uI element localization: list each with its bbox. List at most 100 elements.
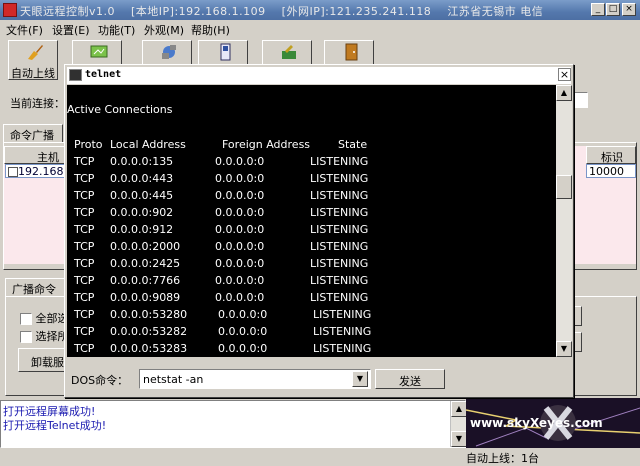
col-host-header[interactable]: 主机IP bbox=[4, 146, 66, 178]
header-proto: Proto bbox=[74, 138, 103, 151]
scroll-up-icon[interactable]: ▲ bbox=[451, 401, 467, 417]
cell-proto: TCP bbox=[74, 223, 95, 236]
network-icon bbox=[162, 45, 176, 59]
cell-local-address: 0.0.0.0:2425 bbox=[110, 257, 181, 270]
broom-icon bbox=[28, 45, 43, 60]
menu-settings[interactable]: 设置(E) bbox=[52, 22, 90, 38]
header-state: State bbox=[338, 138, 368, 151]
dos-command-input[interactable]: netstat -an bbox=[143, 373, 203, 386]
terminal-scroll-up-icon[interactable]: ▲ bbox=[556, 85, 572, 101]
cell-proto: TCP bbox=[74, 172, 95, 185]
auto-online-button[interactable]: 自动上线 bbox=[8, 40, 58, 80]
close-button[interactable]: × bbox=[622, 3, 636, 16]
check-all-box[interactable] bbox=[20, 313, 32, 325]
status-bar: 自动上线：1台 bbox=[0, 448, 640, 465]
menu-function[interactable]: 功能(T) bbox=[98, 22, 135, 38]
cell-state: LISTENING bbox=[313, 308, 372, 321]
logo-text: www.skyXeyes.com bbox=[470, 416, 603, 430]
connection-field[interactable] bbox=[574, 92, 588, 108]
terminal-scroll-thumb[interactable] bbox=[556, 175, 572, 199]
log-area: 打开远程屏幕成功! 打开远程Telnet成功! bbox=[0, 400, 466, 448]
menu-file[interactable]: 文件(F) bbox=[6, 22, 43, 38]
tab-broadcast-cmd-label: 命令广播 bbox=[10, 129, 54, 142]
dos-command-combo[interactable]: netstat -an ▼ bbox=[139, 369, 371, 389]
cell-state: LISTENING bbox=[310, 257, 369, 270]
menu-help[interactable]: 帮助(H) bbox=[191, 22, 230, 38]
tab-broadcast-label: 广播命令 bbox=[12, 283, 56, 296]
cell-state: LISTENING bbox=[310, 189, 369, 202]
logo-banner: www.skyXeyes.com bbox=[466, 398, 640, 448]
cell-local-address: 0.0.0.0:443 bbox=[110, 172, 174, 185]
cell-state: LISTENING bbox=[310, 223, 369, 236]
log-scrollbar[interactable]: ▲ ▼ bbox=[450, 401, 467, 447]
check-select-option[interactable]: 选择所 bbox=[20, 328, 69, 344]
tab-broadcast-cmd[interactable]: 命令广播 bbox=[3, 124, 63, 142]
minimize-button[interactable]: _ bbox=[591, 3, 605, 16]
terminal-scrollbar[interactable]: ▲ ▼ bbox=[556, 85, 572, 357]
cell-local-address: 0.0.0.0:7766 bbox=[110, 274, 181, 287]
cell-proto: TCP bbox=[74, 291, 95, 304]
right-button-2[interactable] bbox=[574, 332, 582, 352]
cell-foreign-address: 0.0.0.0:0 bbox=[218, 342, 268, 355]
telnet-window: telnet × Active Connections Proto Local … bbox=[64, 64, 574, 398]
menu-appearance[interactable]: 外观(M) bbox=[144, 22, 184, 38]
telnet-title: telnet bbox=[85, 69, 122, 80]
cell-local-address: 0.0.0.0:2000 bbox=[110, 240, 181, 253]
right-button-1[interactable] bbox=[574, 306, 582, 326]
cell-state: LISTENING bbox=[313, 342, 372, 355]
terminal-output: Active Connections Proto Local Address F… bbox=[67, 85, 556, 357]
cell-foreign-address: 0.0.0.0:0 bbox=[215, 291, 265, 304]
screen-icon bbox=[90, 45, 108, 58]
send-label: 发送 bbox=[399, 375, 421, 388]
tab-broadcast[interactable]: 广播命令 bbox=[5, 278, 65, 296]
send-button[interactable]: 发送 bbox=[375, 369, 445, 389]
cell-state: LISTENING bbox=[310, 240, 369, 253]
cell-proto: TCP bbox=[74, 325, 95, 338]
auto-online-label: 自动上线 bbox=[11, 67, 55, 80]
cell-local-address: 0.0.0.0:135 bbox=[110, 155, 174, 168]
cell-foreign-address: 0.0.0.0:0 bbox=[218, 308, 268, 321]
cell-foreign-address: 0.0.0.0:0 bbox=[215, 274, 265, 287]
row-checkbox[interactable] bbox=[8, 167, 18, 177]
app-title: 天眼远程控制v1.0 bbox=[20, 5, 116, 18]
cell-proto: TCP bbox=[74, 240, 95, 253]
scroll-down-icon[interactable]: ▼ bbox=[451, 431, 467, 447]
check-all-option[interactable]: 全部选 bbox=[20, 310, 69, 326]
title-text: 天眼远程控制v1.0 [本地IP]:192.168.1.109 [外网IP]:1… bbox=[20, 3, 543, 19]
table-row[interactable]: 192.168.1 bbox=[5, 164, 74, 178]
main-title-bar: 天眼远程控制v1.0 [本地IP]:192.168.1.109 [外网IP]:1… bbox=[0, 0, 640, 20]
row-id-cell: 10000 bbox=[586, 164, 636, 178]
header-foreign: Foreign Address bbox=[222, 138, 311, 151]
cell-local-address: 0.0.0.0:902 bbox=[110, 206, 174, 219]
cell-proto: TCP bbox=[74, 308, 95, 321]
telnet-title-bar[interactable]: telnet × bbox=[67, 67, 571, 84]
log-line: 打开远程Telnet成功! bbox=[3, 419, 107, 432]
cell-foreign-address: 0.0.0.0:0 bbox=[215, 240, 265, 253]
dropdown-arrow-icon[interactable]: ▼ bbox=[352, 371, 368, 387]
cell-proto: TCP bbox=[74, 155, 95, 168]
maximize-button[interactable]: □ bbox=[606, 3, 620, 16]
col-id-header[interactable]: 标识 bbox=[586, 146, 636, 164]
cell-proto: TCP bbox=[74, 257, 95, 270]
cell-state: LISTENING bbox=[310, 206, 369, 219]
phone-icon bbox=[220, 43, 231, 61]
check-select-box[interactable] bbox=[20, 331, 32, 343]
tools-icon bbox=[282, 45, 296, 59]
terminal-scroll-down-icon[interactable]: ▼ bbox=[556, 341, 572, 357]
app-icon bbox=[3, 3, 17, 17]
cell-proto: TCP bbox=[74, 274, 95, 287]
wan-ip: [外网IP]:121.235.241.118 bbox=[281, 5, 432, 18]
online-status: 自动上线：1台 bbox=[466, 452, 539, 465]
unload-button[interactable]: 卸载服 bbox=[18, 348, 66, 372]
local-ip: [本地IP]:192.168.1.109 bbox=[131, 5, 266, 18]
location: 江苏省无锡市 电信 bbox=[447, 5, 544, 18]
col-id-label: 标识 bbox=[601, 151, 623, 164]
cell-foreign-address: 0.0.0.0:0 bbox=[218, 325, 268, 338]
cell-foreign-address: 0.0.0.0:0 bbox=[215, 189, 265, 202]
telnet-close-icon[interactable]: × bbox=[558, 68, 571, 81]
cell-proto: TCP bbox=[74, 342, 95, 355]
door-icon bbox=[345, 43, 358, 61]
unload-label: 卸载服 bbox=[31, 356, 64, 369]
cell-foreign-address: 0.0.0.0:0 bbox=[215, 172, 265, 185]
current-connection-label: 当前连接： bbox=[10, 97, 65, 110]
